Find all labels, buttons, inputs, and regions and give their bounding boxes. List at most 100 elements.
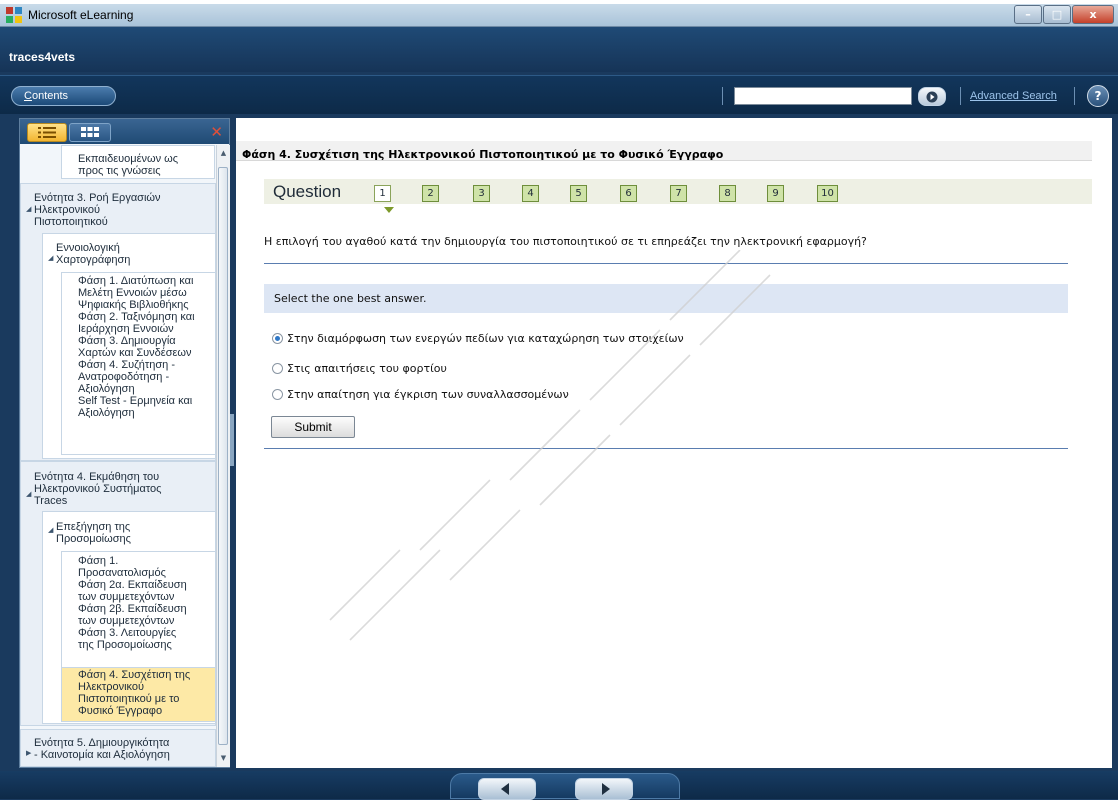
toc-line[interactable]: Φάση 4. Συζήτηση - <box>78 359 175 371</box>
toc-line[interactable]: Ηλεκτρονικού <box>78 681 144 693</box>
scroll-up-arrow-icon[interactable]: ▲ <box>219 149 228 158</box>
elearning-grid-icon <box>6 7 22 23</box>
contents-pane-tabs: ✕ <box>20 119 229 144</box>
close-window-button[interactable]: x <box>1072 5 1114 24</box>
radio-button[interactable] <box>272 363 283 374</box>
contents-pane: ✕ ◢ ◢ ◢ ◢ ▶ Εκπαιδευομένων ως προς τις γ… <box>19 118 230 768</box>
toc-line[interactable]: Φάση 4. Συσχέτιση της <box>78 669 190 681</box>
close-x-icon[interactable]: ✕ <box>210 123 223 141</box>
toc-line[interactable]: της Προσομοίωσης <box>78 639 172 651</box>
question-number-button[interactable]: 4 <box>522 185 539 202</box>
contents-hotkey: C <box>24 90 32 102</box>
answer-option[interactable]: Στην διαμόρφωση των ενεργών πεδίων για κ… <box>272 332 684 345</box>
advanced-search-link[interactable]: Advanced Search <box>970 90 1057 102</box>
arrow-right-icon <box>602 783 610 795</box>
toc-line[interactable]: Πιστοποιητικού με το <box>78 693 179 705</box>
toolbar-divider <box>1074 87 1075 105</box>
contents-button[interactable]: Contents <box>11 86 116 106</box>
question-number-button[interactable]: 1 <box>374 185 391 202</box>
toc-line[interactable]: Ηλεκτρονικού Συστήματος <box>34 483 161 495</box>
toc-line[interactable]: Ψηφιακής Βιβλιοθήκης <box>78 299 189 311</box>
grid-view-icon <box>81 127 99 137</box>
toc-line[interactable]: Αξιολόγηση <box>78 407 135 419</box>
question-number-button[interactable]: 5 <box>570 185 587 202</box>
toc-line[interactable]: Εννοιολογική <box>56 242 120 254</box>
app-name: traces4vets <box>9 50 76 64</box>
expand-triangle-icon[interactable]: ▶ <box>26 748 31 760</box>
toc-line[interactable]: των συμμετεχόντων <box>78 591 174 603</box>
radio-button-selected[interactable] <box>272 333 283 344</box>
submit-button[interactable]: Submit <box>271 416 355 438</box>
toc-line[interactable]: Ηλεκτρονικού <box>34 204 100 216</box>
arrow-left-icon <box>501 783 509 795</box>
toc-line[interactable]: Self Test - Ερμηνεία και <box>78 395 192 407</box>
window-title: Microsoft eLearning <box>28 8 134 22</box>
toc-line[interactable]: Φάση 2α. Εκπαίδευση <box>78 579 187 591</box>
question-label: Question <box>273 182 342 201</box>
search-go-button[interactable] <box>918 87 946 106</box>
toolbar-divider <box>722 87 723 105</box>
current-question-marker-icon <box>384 207 394 213</box>
toc-line[interactable]: Φάση 2. Ταξινόμηση και <box>78 311 195 323</box>
toc-line[interactable]: Πιστοποιητικού <box>34 216 108 228</box>
question-number-button[interactable]: 2 <box>422 185 439 202</box>
list-view-tab[interactable] <box>27 123 67 142</box>
pane-splitter[interactable] <box>230 414 234 466</box>
toc-line[interactable]: Εκπαιδευομένων ως <box>78 153 178 165</box>
collapse-triangle-icon[interactable]: ◢ <box>26 204 31 216</box>
search-input[interactable] <box>734 87 912 105</box>
toc-line[interactable]: Φάση 1. Διατύπωση και <box>78 275 193 287</box>
toc-line[interactable]: Ιεράρχηση Εννοιών <box>78 323 174 335</box>
question-number-button[interactable]: 8 <box>719 185 736 202</box>
question-number-button[interactable]: 3 <box>473 185 490 202</box>
toc-line[interactable]: Traces <box>34 495 67 507</box>
collapse-triangle-icon[interactable]: ◢ <box>48 253 53 265</box>
answer-option[interactable]: Στις απαιτήσεις του φορτίου <box>272 362 447 375</box>
toc-line[interactable]: Φάση 1. <box>78 555 118 567</box>
toc-line[interactable]: Επεξήγηση της <box>56 521 130 533</box>
scrollbar-thumb[interactable] <box>218 167 228 745</box>
divider <box>264 263 1068 264</box>
question-number-button[interactable]: 6 <box>620 185 637 202</box>
toc-line[interactable]: Ανατροφοδότηση - <box>78 371 169 383</box>
next-button[interactable] <box>575 778 633 800</box>
toc-scrollbar[interactable]: ▲ ▼ <box>216 145 230 767</box>
maximize-icon: □ <box>1051 8 1063 21</box>
question-number-button[interactable]: 10 <box>817 185 838 202</box>
toc-line[interactable]: Φάση 3. Λειτουργίες <box>78 627 176 639</box>
toc-line[interactable]: Φάση 3. Δημιουργία <box>78 335 176 347</box>
toc-line[interactable]: Προσανατολισμός <box>78 567 166 579</box>
toc-line[interactable]: των συμμετεχόντων <box>78 615 174 627</box>
table-of-contents: ◢ ◢ ◢ ◢ ▶ Εκπαιδευομένων ως προς τις γνώ… <box>20 145 216 767</box>
collapse-triangle-icon[interactable]: ◢ <box>48 525 53 537</box>
grid-view-tab[interactable] <box>69 123 111 142</box>
toc-line[interactable]: Ενότητα 5. Δημιουργικότητα <box>34 737 169 749</box>
help-button[interactable]: ? <box>1087 85 1109 107</box>
toc-line[interactable]: προς τις γνώσεις <box>78 165 161 177</box>
toc-line[interactable]: Ενότητα 4. Εκμάθηση του <box>34 471 159 483</box>
toc-line[interactable]: Ενότητα 3. Ροή Εργασιών <box>34 192 161 204</box>
close-icon: x <box>1089 8 1097 21</box>
previous-button[interactable] <box>478 778 536 800</box>
toc-line[interactable]: - Καινοτομία και Αξιολόγηση <box>34 749 170 761</box>
answer-text: Στην διαμόρφωση των ενεργών πεδίων για κ… <box>287 332 684 345</box>
content-pane: Φάση 4. Συσχέτιση της Ηλεκτρονικού Πιστο… <box>236 118 1112 768</box>
toc-line[interactable]: Μελέτη Εννοιών μέσω <box>78 287 187 299</box>
scroll-down-arrow-icon[interactable]: ▼ <box>219 754 228 763</box>
minimize-button[interactable]: – <box>1014 5 1042 24</box>
question-number-button[interactable]: 9 <box>767 185 784 202</box>
toc-line[interactable]: Φάση 2β. Εκπαίδευση <box>78 603 187 615</box>
toc-line[interactable]: Αξιολόγηση <box>78 383 135 395</box>
toc-line[interactable]: Φυσικό Έγγραφο <box>78 705 162 717</box>
question-number-button[interactable]: 7 <box>670 185 687 202</box>
collapse-triangle-icon[interactable]: ◢ <box>26 489 31 501</box>
toc-line[interactable]: Χαρτογράφηση <box>56 254 130 266</box>
page-title: Φάση 4. Συσχέτιση της Ηλεκτρονικού Πιστο… <box>236 141 1092 161</box>
answer-option[interactable]: Στην απαίτηση για έγκριση των συναλλασσο… <box>272 388 569 401</box>
maximize-button[interactable]: □ <box>1043 5 1071 24</box>
contents-label: ontents <box>31 90 69 102</box>
toc-line[interactable]: Προσομοίωσης <box>56 533 131 545</box>
list-view-icon <box>38 127 56 138</box>
radio-button[interactable] <box>272 389 283 400</box>
toc-line[interactable]: Χαρτών και Συνδέσεων <box>78 347 191 359</box>
